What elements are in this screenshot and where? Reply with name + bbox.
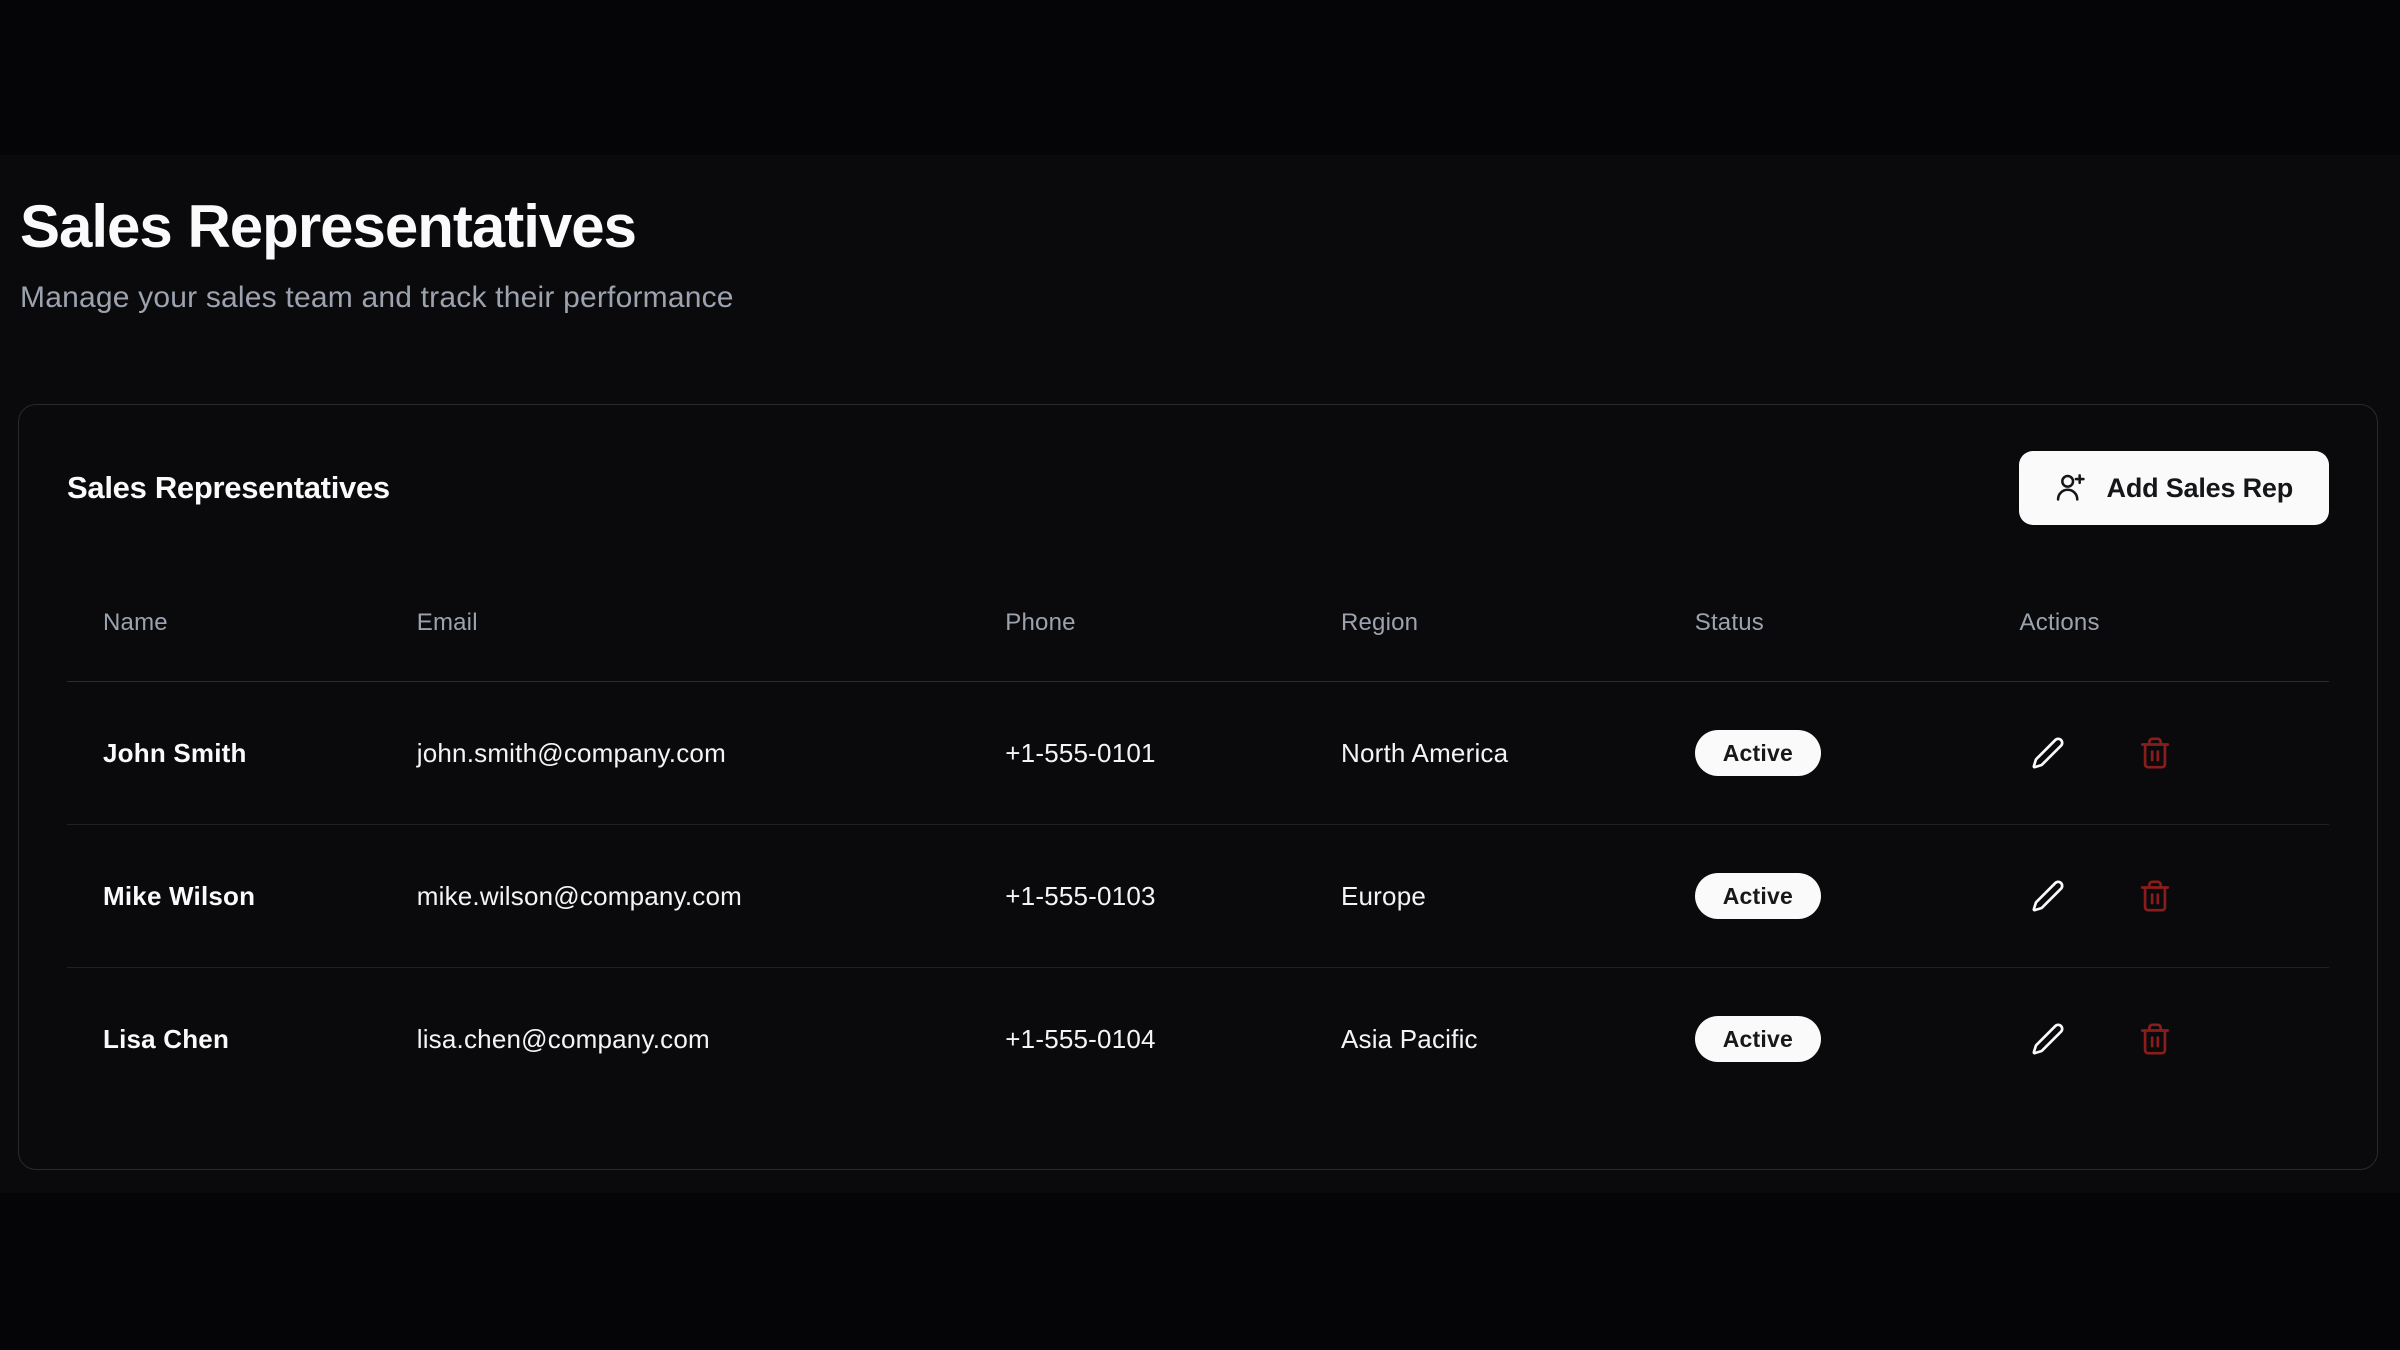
rep-name: Lisa Chen [67,968,381,1111]
column-header-status: Status [1659,583,1984,682]
table-row: John Smith john.smith@company.com +1-555… [67,682,2329,825]
page-title: Sales Representatives [20,192,734,261]
user-plus-icon [2055,472,2087,504]
page: Sales Representatives Manage your sales … [0,0,2400,1350]
pencil-icon [2031,1022,2065,1056]
rep-region: Asia Pacific [1305,968,1659,1111]
trash-icon [2138,736,2172,770]
rep-phone: +1-555-0101 [969,682,1305,825]
card-header: Sales Representatives Add Sales Rep [19,405,2377,525]
column-header-region: Region [1305,583,1659,682]
rep-email: john.smith@company.com [381,682,970,825]
delete-button[interactable] [2127,1011,2183,1067]
page-subtitle: Manage your sales team and track their p… [20,281,734,315]
sales-reps-table: Name Email Phone Region Status Actions J… [19,525,2377,1111]
edit-button[interactable] [2020,725,2076,781]
rep-phone: +1-555-0103 [969,825,1305,968]
table-row: Mike Wilson mike.wilson@company.com +1-5… [67,825,2329,968]
status-badge: Active [1695,1016,1821,1062]
rep-region: North America [1305,682,1659,825]
rep-email: mike.wilson@company.com [381,825,970,968]
edit-button[interactable] [2020,1011,2076,1067]
status-badge: Active [1695,730,1821,776]
trash-icon [2138,1022,2172,1056]
edit-button[interactable] [2020,868,2076,924]
card-title: Sales Representatives [67,470,390,506]
rep-name: John Smith [67,682,381,825]
column-header-actions: Actions [1984,583,2329,682]
status-badge: Active [1695,873,1821,919]
table-row: Lisa Chen lisa.chen@company.com +1-555-0… [67,968,2329,1111]
pencil-icon [2031,879,2065,913]
sales-reps-card: Sales Representatives Add Sales Rep [18,404,2378,1170]
column-header-name: Name [67,583,381,682]
page-header: Sales Representatives Manage your sales … [20,192,734,315]
column-header-email: Email [381,583,970,682]
table-header-row: Name Email Phone Region Status Actions [67,583,2329,682]
delete-button[interactable] [2127,725,2183,781]
column-header-phone: Phone [969,583,1305,682]
delete-button[interactable] [2127,868,2183,924]
pencil-icon [2031,736,2065,770]
rep-phone: +1-555-0104 [969,968,1305,1111]
rep-region: Europe [1305,825,1659,968]
trash-icon [2138,879,2172,913]
add-sales-rep-button[interactable]: Add Sales Rep [2019,451,2329,525]
rep-email: lisa.chen@company.com [381,968,970,1111]
rep-name: Mike Wilson [67,825,381,968]
add-sales-rep-label: Add Sales Rep [2107,473,2293,504]
